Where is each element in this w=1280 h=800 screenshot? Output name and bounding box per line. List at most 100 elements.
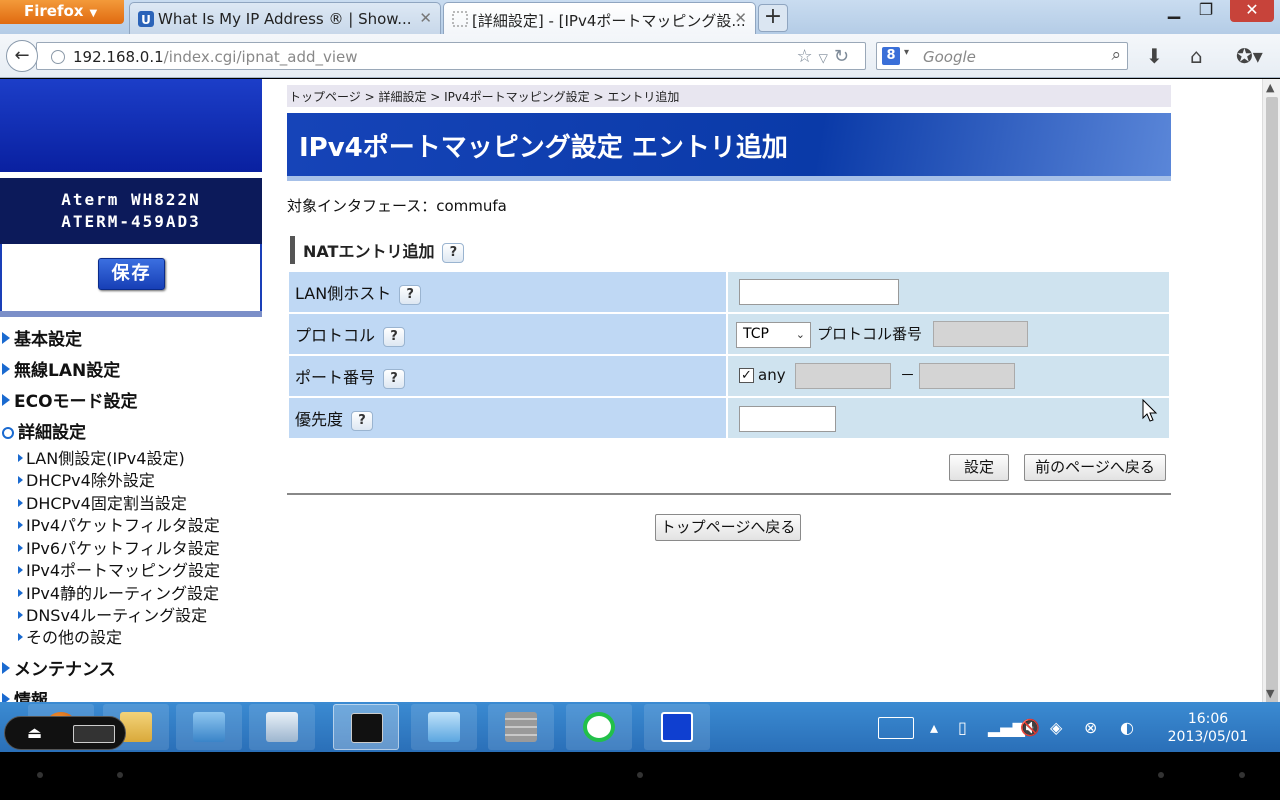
eject-icon[interactable]: ⏏ <box>27 723 42 742</box>
submenu-other-settings[interactable]: その他の設定 <box>18 624 122 648</box>
taskbar-command-prompt[interactable] <box>333 704 399 750</box>
triangle-bullet-icon <box>2 394 10 406</box>
sidebar-divider <box>0 311 262 317</box>
new-tab-button[interactable]: + <box>758 4 788 32</box>
priority-input[interactable] <box>739 406 836 432</box>
lan-host-input[interactable] <box>739 279 899 305</box>
taskbar-resource-monitor[interactable] <box>249 704 315 750</box>
help-icon[interactable]: ? <box>351 411 374 431</box>
nav-dot <box>37 772 43 778</box>
menu-basic-settings[interactable]: 基本設定 <box>2 325 82 350</box>
triangle-bullet-icon <box>2 363 10 375</box>
menu-label: メンテナンス <box>14 660 116 680</box>
taskbar-power-app[interactable] <box>566 704 632 750</box>
protocol-label: プロトコル <box>295 326 376 345</box>
taskbar-window-switch[interactable] <box>411 704 477 750</box>
lan-host-value-cell <box>728 272 1169 312</box>
previous-page-button[interactable]: 前のページへ戻る <box>1024 454 1166 481</box>
history-dropdown-icon[interactable]: ▽ <box>819 51 834 65</box>
minimize-button[interactable]: ▁ <box>1156 0 1192 22</box>
volume-muted-icon[interactable]: 🔇 <box>1020 718 1040 737</box>
protocol-number-label: プロトコル番号 <box>817 325 923 343</box>
help-icon[interactable]: ? <box>399 285 422 305</box>
menu-label: 基本設定 <box>14 330 82 350</box>
save-button[interactable]: 保存 <box>98 258 165 290</box>
menu-advanced-settings[interactable]: 詳細設定 <box>2 418 86 443</box>
bookmarks-menu-icon[interactable]: ✪▾ <box>1236 44 1263 68</box>
screen: Firefox ▼ U What Is My IP Address ® | Sho… <box>0 0 1280 800</box>
priority-label-cell: 優先度? <box>289 398 726 438</box>
submenu-ipv6-packet-filter[interactable]: IPv6パケットフィルタ設定 <box>18 535 220 559</box>
help-icon[interactable]: ? <box>383 369 406 389</box>
network-adapter-icon[interactable]: ▯ <box>958 718 967 737</box>
scroll-down-icon[interactable]: ▼ <box>1266 687 1274 700</box>
engine-dropdown-icon[interactable]: ▾ <box>904 47 909 58</box>
clock-date: 2013/05/01 <box>1167 729 1249 745</box>
submenu-dhcpv4-exclusion[interactable]: DHCPv4除外設定 <box>18 467 155 491</box>
close-icon[interactable]: ✕ <box>734 9 747 27</box>
action-center-icon[interactable]: ◐ <box>1120 718 1134 737</box>
system-clock[interactable]: 16:06 2013/05/01 <box>1160 710 1256 746</box>
protocol-select[interactable]: TCP ⌄ <box>736 322 811 348</box>
help-icon[interactable]: ? <box>442 243 465 263</box>
url-bar[interactable]: 192.168.0.1/index.cgi/ipnat_add_view ☆▽↻ <box>36 42 866 70</box>
protocol-label-cell: プロトコル? <box>289 314 726 354</box>
menu-eco-mode[interactable]: ECOモード設定 <box>2 387 138 412</box>
close-circle-icon[interactable]: ⊗ <box>1084 718 1097 737</box>
taskbar-firewall[interactable] <box>488 704 554 750</box>
submenu-ipv4-static-routing[interactable]: IPv4静的ルーティング設定 <box>18 580 219 604</box>
tab-whatismyip[interactable]: U What Is My IP Address ® | Show... ✕ <box>129 2 441 34</box>
expanded-bullet-icon <box>2 427 14 439</box>
reload-icon[interactable]: ↻ <box>834 46 855 67</box>
firefox-menu-button[interactable]: Firefox ▼ <box>0 0 124 24</box>
keyboard-icon[interactable] <box>73 725 115 743</box>
port-end-input[interactable] <box>919 363 1015 389</box>
submenu-ipv4-packet-filter[interactable]: IPv4パケットフィルタ設定 <box>18 512 220 536</box>
any-port-checkbox[interactable]: ✓ <box>739 368 754 383</box>
menu-label: ECOモード設定 <box>14 392 138 412</box>
submenu-lan-ipv4[interactable]: LAN側設定(IPv4設定) <box>18 445 185 469</box>
search-placeholder: Google <box>923 48 976 66</box>
breadcrumb: トップページ > 詳細設定 > IPv4ポートマッピング設定 > エントリ追加 <box>287 85 1171 107</box>
restore-button[interactable]: ❐ <box>1188 0 1224 22</box>
submenu-dnsv4-routing[interactable]: DNSv4ルーティング設定 <box>18 602 207 626</box>
protocol-value-cell: TCP ⌄ プロトコル番号 <box>728 314 1169 354</box>
taskbar-control-panel[interactable] <box>176 704 242 750</box>
section-title: NATエントリ追加? <box>290 236 465 264</box>
tray-expand-icon[interactable]: ▴ <box>930 718 938 737</box>
scroll-up-icon[interactable]: ▲ <box>1266 81 1274 94</box>
tab-port-mapping[interactable]: [詳細設定] - [IPv4ポートマッピング設... ✕ <box>443 2 756 34</box>
protocol-number-input[interactable] <box>933 321 1028 347</box>
page-title: IPv4ポートマッピング設定 エントリ追加 <box>287 113 1171 177</box>
bookmark-star-icon[interactable]: ☆ <box>797 46 819 67</box>
vertical-scrollbar[interactable]: ▲ ▼ <box>1262 79 1280 707</box>
set-button[interactable]: 設定 <box>949 454 1009 481</box>
submenu-dhcpv4-fixed[interactable]: DHCPv4固定割当設定 <box>18 490 187 514</box>
touch-keyboard-icon[interactable] <box>878 717 914 739</box>
row-protocol: プロトコル? TCP ⌄ プロトコル番号 <box>289 314 1169 354</box>
dropbox-icon[interactable]: ◈ <box>1050 718 1062 737</box>
back-button[interactable]: ← <box>6 40 38 72</box>
close-icon[interactable]: ✕ <box>419 9 432 27</box>
submenu-ipv4-port-mapping[interactable]: IPv4ポートマッピング設定 <box>18 557 220 581</box>
window-close-button[interactable]: ✕ <box>1230 0 1274 22</box>
menu-maintenance[interactable]: メンテナンス <box>2 655 116 680</box>
clock-time: 16:06 <box>1187 711 1229 727</box>
triangle-bullet-icon <box>2 662 10 674</box>
top-page-button[interactable]: トップページへ戻る <box>655 514 801 541</box>
search-bar[interactable]: 8 ▾ Google ⌕ <box>876 42 1128 70</box>
download-icon[interactable]: ⬇ <box>1146 44 1163 68</box>
menu-information[interactable]: 情報 <box>2 686 48 702</box>
nav-dot <box>637 772 643 778</box>
remote-arrows-icon <box>661 712 693 742</box>
port-start-input[interactable] <box>795 363 891 389</box>
scrollbar-thumb[interactable] <box>1266 97 1278 707</box>
home-icon[interactable]: ⌂ <box>1190 44 1203 68</box>
section-title-text: NATエントリ追加 <box>303 242 435 261</box>
android-keyboard-pill[interactable]: ⏏ <box>4 716 126 750</box>
search-icon[interactable]: ⌕ <box>1111 45 1121 65</box>
taskbar-remote-app[interactable] <box>644 704 710 750</box>
help-icon[interactable]: ? <box>383 327 406 347</box>
window-icon <box>428 712 460 742</box>
menu-wireless-lan[interactable]: 無線LAN設定 <box>2 356 120 381</box>
